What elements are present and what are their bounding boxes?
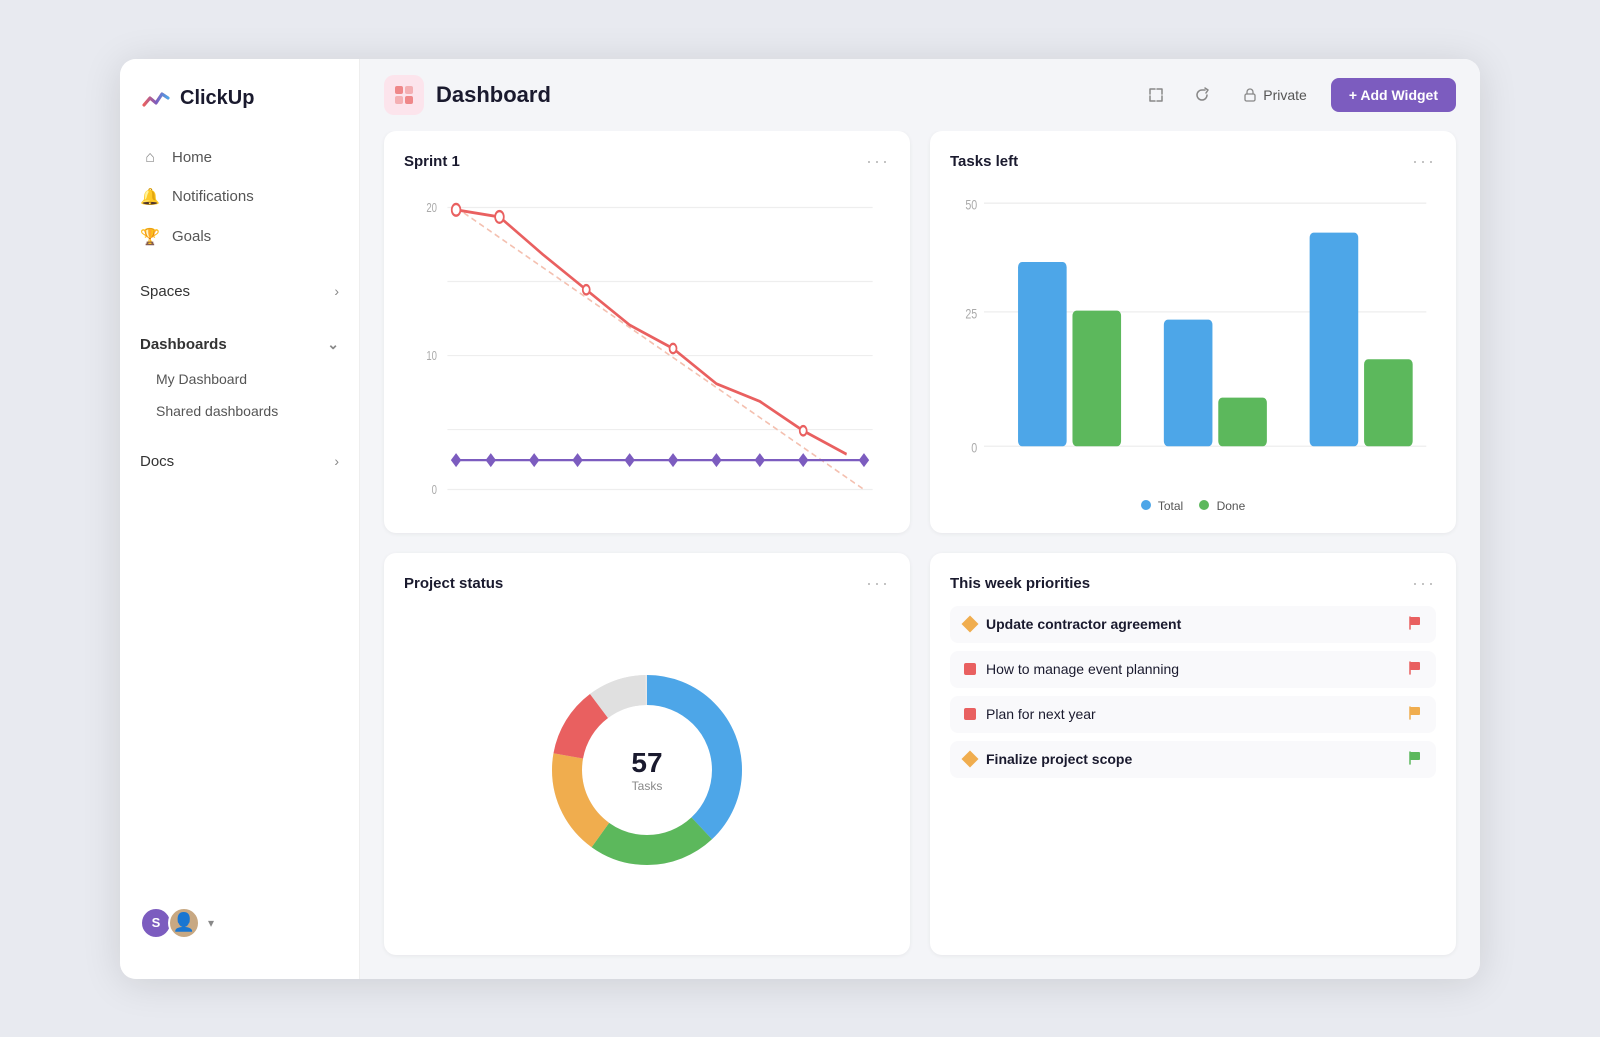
footer-caret-icon[interactable]: ▾ xyxy=(208,916,214,930)
svg-text:20: 20 xyxy=(426,201,437,215)
dashboards-chevron-icon: ⌄ xyxy=(327,336,339,353)
dashboard-grid: Sprint 1 ··· 20 10 0 xyxy=(360,131,1480,979)
priority-item-text: Plan for next year xyxy=(986,706,1398,722)
priority-flag-icon xyxy=(1408,706,1422,723)
docs-chevron-icon: › xyxy=(334,453,339,469)
svg-text:10: 10 xyxy=(426,350,437,364)
main-content: Dashboard Private xyxy=(360,59,1480,979)
sidebar-item-goals[interactable]: 🏆 Goals xyxy=(120,217,359,257)
avatar-user2[interactable]: 👤 xyxy=(168,907,200,939)
priority-item-2[interactable]: Plan for next year xyxy=(950,696,1436,733)
priority-item-1[interactable]: How to manage event planning xyxy=(950,651,1436,688)
svg-text:0: 0 xyxy=(971,440,977,456)
header: Dashboard Private xyxy=(360,59,1480,131)
sidebar-item-notifications[interactable]: 🔔 Notifications xyxy=(120,177,359,217)
svg-text:0: 0 xyxy=(432,483,437,497)
sidebar: ClickUp ⌂ Home 🔔 Notifications 🏆 Goals S… xyxy=(120,59,360,979)
trophy-icon: 🏆 xyxy=(140,227,160,247)
sprint-widget-header: Sprint 1 ··· xyxy=(404,151,890,172)
tasks-left-widget: Tasks left ··· 50 25 0 xyxy=(930,131,1456,533)
priorities-menu[interactable]: ··· xyxy=(1412,573,1436,594)
legend-done: Done xyxy=(1199,499,1245,513)
tasks-chart-area: 50 25 0 xyxy=(950,184,1436,513)
priority-flag-icon xyxy=(1408,751,1422,768)
spaces-label: Spaces xyxy=(140,283,190,300)
sidebar-item-home[interactable]: ⌂ Home xyxy=(120,139,359,177)
header-actions: Private + Add Widget xyxy=(1139,78,1456,112)
sidebar-section-docs[interactable]: Docs › xyxy=(120,443,359,480)
priority-item-text: How to manage event planning xyxy=(986,661,1398,677)
sidebar-section-spaces[interactable]: Spaces › xyxy=(120,273,359,310)
add-widget-button[interactable]: + Add Widget xyxy=(1331,78,1456,112)
priorities-list: Update contractor agreement How to manage… xyxy=(950,606,1436,935)
spaces-chevron-icon: › xyxy=(334,283,339,299)
chart-legend: Total Done xyxy=(950,499,1436,513)
priorities-widget: This week priorities ··· Update contract… xyxy=(930,553,1456,955)
dashboards-label: Dashboards xyxy=(140,336,227,353)
bell-icon: 🔔 xyxy=(140,187,160,207)
tasks-widget-menu[interactable]: ··· xyxy=(1412,151,1436,172)
home-icon: ⌂ xyxy=(140,149,160,167)
priority-diamond-icon xyxy=(962,616,979,633)
project-status-widget: Project status ··· xyxy=(384,553,910,955)
donut-count-label: Tasks xyxy=(631,779,662,793)
priorities-header: This week priorities ··· xyxy=(950,573,1436,594)
sprint-widget-title: Sprint 1 xyxy=(404,153,460,170)
sidebar-item-home-label: Home xyxy=(172,149,212,166)
donut-center: 57 Tasks xyxy=(631,747,662,793)
priority-flag-icon xyxy=(1408,616,1422,633)
sidebar-item-shared-dashboards[interactable]: Shared dashboards xyxy=(120,395,359,427)
total-legend-dot xyxy=(1141,500,1151,510)
legend-total: Total xyxy=(1141,499,1183,513)
project-status-title: Project status xyxy=(404,575,503,592)
priority-square-icon xyxy=(964,663,976,675)
svg-text:25: 25 xyxy=(965,305,977,321)
logo-area: ClickUp xyxy=(120,83,359,139)
tasks-widget-header: Tasks left ··· xyxy=(950,151,1436,172)
priorities-title: This week priorities xyxy=(950,575,1090,592)
sprint-chart-area: 20 10 0 xyxy=(404,184,890,513)
priority-item-0[interactable]: Update contractor agreement xyxy=(950,606,1436,643)
sidebar-item-my-dashboard[interactable]: My Dashboard xyxy=(120,363,359,395)
project-status-header: Project status ··· xyxy=(404,573,890,594)
dashboard-header-icon xyxy=(384,75,424,115)
donut-area: 57 Tasks xyxy=(404,606,890,935)
clickup-logo-icon xyxy=(140,83,172,115)
sidebar-section-dashboards[interactable]: Dashboards ⌄ xyxy=(120,326,359,363)
sidebar-item-notifications-label: Notifications xyxy=(172,188,254,205)
bar-chart-container: 50 25 0 xyxy=(950,184,1436,491)
svg-text:50: 50 xyxy=(965,197,977,213)
priority-item-3[interactable]: Finalize project scope xyxy=(950,741,1436,778)
sprint-widget-menu[interactable]: ··· xyxy=(866,151,890,172)
priority-diamond-icon xyxy=(962,751,979,768)
expand-icon-btn[interactable] xyxy=(1139,78,1173,112)
refresh-icon-btn[interactable] xyxy=(1185,78,1219,112)
private-button[interactable]: Private xyxy=(1231,81,1319,109)
donut-count: 57 xyxy=(631,747,662,779)
docs-label: Docs xyxy=(140,453,174,470)
private-label: Private xyxy=(1263,87,1307,103)
page-title: Dashboard xyxy=(436,82,1127,108)
sidebar-footer: S 👤 ▾ xyxy=(120,891,359,955)
project-status-menu[interactable]: ··· xyxy=(866,573,890,594)
priority-flag-icon xyxy=(1408,661,1422,678)
done-legend-dot xyxy=(1199,500,1209,510)
priority-item-text: Update contractor agreement xyxy=(986,616,1398,632)
sprint-widget: Sprint 1 ··· 20 10 0 xyxy=(384,131,910,533)
sidebar-item-goals-label: Goals xyxy=(172,228,211,245)
tasks-widget-title: Tasks left xyxy=(950,153,1018,170)
app-container: ClickUp ⌂ Home 🔔 Notifications 🏆 Goals S… xyxy=(120,59,1480,979)
logo-text: ClickUp xyxy=(180,87,254,110)
priority-item-text: Finalize project scope xyxy=(986,751,1398,767)
priority-square-icon xyxy=(964,708,976,720)
